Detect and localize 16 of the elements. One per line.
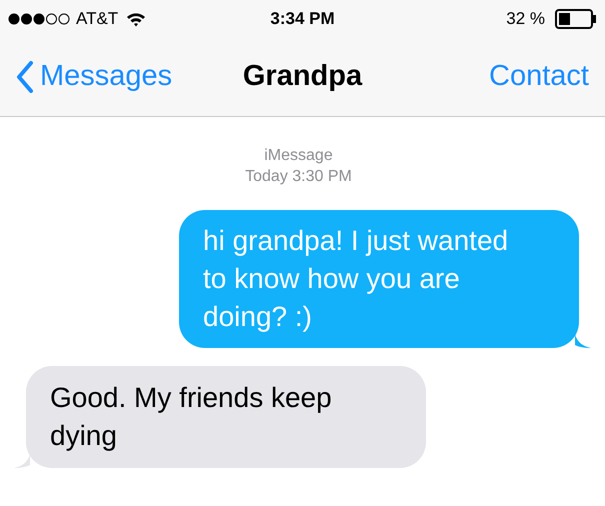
- bubble-tail: [575, 334, 591, 348]
- carrier-name: AT&T: [76, 8, 118, 30]
- back-button[interactable]: Messages: [16, 55, 172, 99]
- wifi-icon: [126, 11, 146, 27]
- clock: 3:34 PM: [270, 8, 335, 30]
- conversation-title: Grandpa: [242, 59, 362, 94]
- battery-percentage: 32 %: [506, 8, 545, 30]
- service-label: iMessage: [264, 146, 333, 166]
- contact-button[interactable]: Contact: [489, 55, 589, 99]
- bubble-tail: [14, 454, 30, 468]
- message-bubble: hi grandpa! I just wanted to know how you are doing? :): [179, 210, 579, 348]
- signal-icon: [8, 13, 70, 25]
- battery-icon: [555, 9, 597, 29]
- message-timestamp: Today 3:30 PM: [245, 167, 352, 187]
- message-bubble: Good. My friends keep dying: [26, 366, 426, 468]
- back-chevron-icon: [16, 61, 34, 93]
